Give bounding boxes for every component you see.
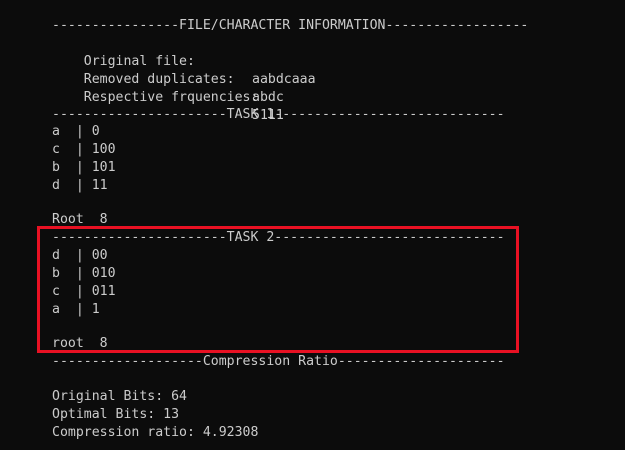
original-bits: Original Bits: 64 [52,389,187,404]
task1-row: c | 100 [52,142,116,157]
task1-row: b | 101 [52,160,116,175]
optimal-bits: Optimal Bits: 13 [52,407,180,422]
task1-header: ----------------------TASK 1------------… [52,107,505,122]
compression-ratio: Compression ratio: 4.92308 [52,425,259,440]
task2-highlight-box [37,226,519,353]
removed-duplicates-row: Removed duplicates: abdc [52,53,284,105]
task1-row: a | 0 [52,124,100,139]
original-file-row: Original file: aabdcaaa [52,35,316,87]
compression-header: -------------------Compression Ratio----… [52,354,505,369]
frequencies-label: Respective frquencies: [83,90,259,105]
task1-row: d | 11 [52,178,108,193]
console-window: ----------------FILE/CHARACTER INFORMATI… [0,0,625,450]
frequencies-row: Respective frquencies: 5111 [52,71,284,123]
original-file-value: aabdcaaa [252,72,316,87]
file-info-header: ----------------FILE/CHARACTER INFORMATI… [52,18,529,33]
